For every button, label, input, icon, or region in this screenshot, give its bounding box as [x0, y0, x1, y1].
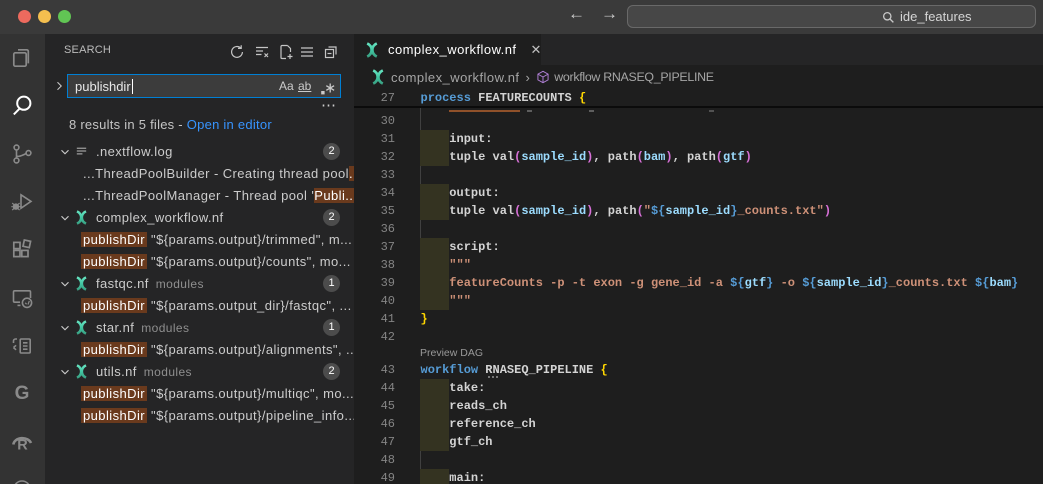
svg-text:R: R	[17, 438, 28, 454]
